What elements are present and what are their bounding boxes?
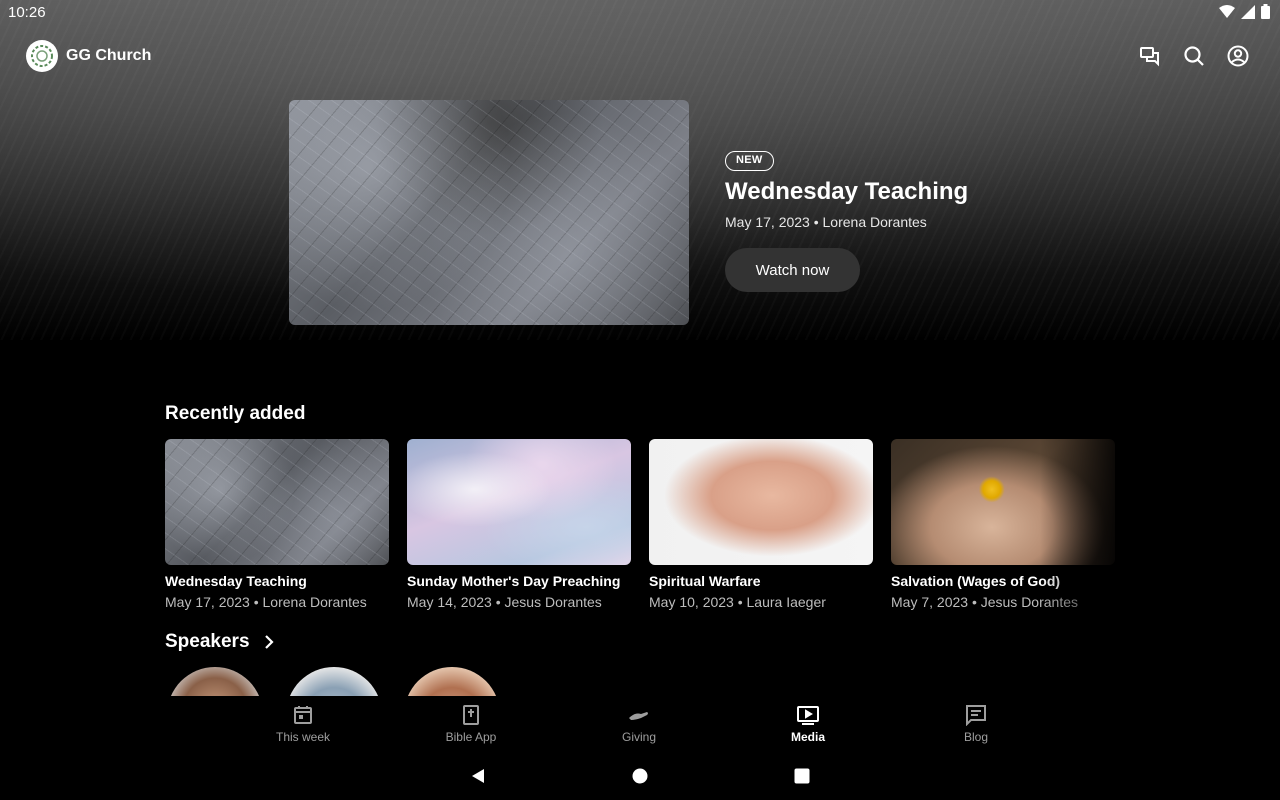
chat-icon[interactable] [1138, 44, 1162, 68]
nav-label: Bible App [445, 730, 497, 744]
media-card-title: Wednesday Teaching [165, 573, 307, 589]
app-title: GG Church [66, 47, 152, 64]
featured-thumbnail[interactable] [289, 100, 689, 325]
nav-item-bible-app[interactable]: Bible App [416, 704, 526, 750]
media-card-thumbnail [649, 439, 873, 565]
church-logo[interactable] [26, 40, 58, 72]
media-card-title: Spiritual Warfare [649, 573, 761, 589]
nav-label: Blog [963, 730, 989, 744]
bible-icon [463, 705, 479, 725]
media-card[interactable]: Sunday Mother's Day Preaching May 14, 20… [407, 439, 631, 610]
wifi-icon [1219, 4, 1235, 18]
nav-label: Media [790, 730, 825, 744]
battery-icon [1261, 4, 1270, 19]
media-card[interactable]: Wednesday Teaching May 17, 2023 • Lorena… [165, 439, 389, 610]
header-actions [1138, 44, 1250, 68]
nav-label: Giving [621, 730, 656, 744]
featured-meta: May 17, 2023 • Lorena Dorantes [725, 214, 927, 230]
recently-added-heading: Recently added [165, 403, 306, 424]
new-badge: NEW [725, 151, 774, 171]
media-card-meta: May 10, 2023 • Laura Iaeger [649, 594, 826, 610]
media-play-icon [797, 706, 819, 725]
media-card-meta: May 14, 2023 • Jesus Dorantes [407, 594, 602, 610]
app-bar: GG Church [0, 38, 1280, 76]
nav-item-giving[interactable]: Giving [584, 704, 694, 750]
media-card-title: Sunday Mother's Day Preaching [407, 573, 621, 589]
speakers-heading-link[interactable]: Speakers [165, 631, 274, 653]
nav-label: This week [275, 730, 331, 744]
featured-title: Wednesday Teaching [725, 178, 969, 205]
search-icon[interactable] [1182, 44, 1206, 68]
back-icon[interactable] [468, 766, 488, 786]
recently-added-carousel[interactable]: Wednesday Teaching May 17, 2023 • Lorena… [165, 439, 1115, 614]
speakers-heading: Speakers [165, 631, 250, 652]
media-card[interactable]: Spiritual Warfare May 10, 2023 • Laura I… [649, 439, 873, 610]
signal-icon [1241, 4, 1255, 19]
media-card-meta: May 7, 2023 • Jesus Dorantes [891, 594, 1078, 610]
blog-icon [966, 705, 986, 726]
watch-now-button[interactable]: Watch now [725, 248, 860, 292]
recents-icon[interactable] [792, 766, 812, 786]
account-icon[interactable] [1226, 44, 1250, 68]
home-icon[interactable] [630, 766, 650, 786]
media-card-thumbnail [407, 439, 631, 565]
system-navigation [0, 760, 1280, 792]
nav-item-blog[interactable]: Blog [921, 704, 1031, 750]
status-time: 10:26 [8, 4, 46, 21]
nav-item-this-week[interactable]: This week [248, 704, 358, 750]
status-icons [1219, 4, 1270, 19]
media-card-thumbnail [891, 439, 1115, 565]
media-card-thumbnail [165, 439, 389, 565]
media-card-title: Salvation (Wages of God) [891, 573, 1061, 589]
giving-hand-icon [629, 712, 648, 720]
nav-item-media[interactable]: Media [753, 704, 863, 750]
chevron-right-icon [264, 635, 274, 649]
status-bar: 10:26 [0, 0, 1280, 26]
media-card[interactable]: Salvation (Wages of God) May 7, 2023 • J… [891, 439, 1115, 610]
media-card-meta: May 17, 2023 • Lorena Dorantes [165, 594, 367, 610]
calendar-icon [294, 706, 312, 724]
wreath-logo-icon [31, 45, 53, 67]
